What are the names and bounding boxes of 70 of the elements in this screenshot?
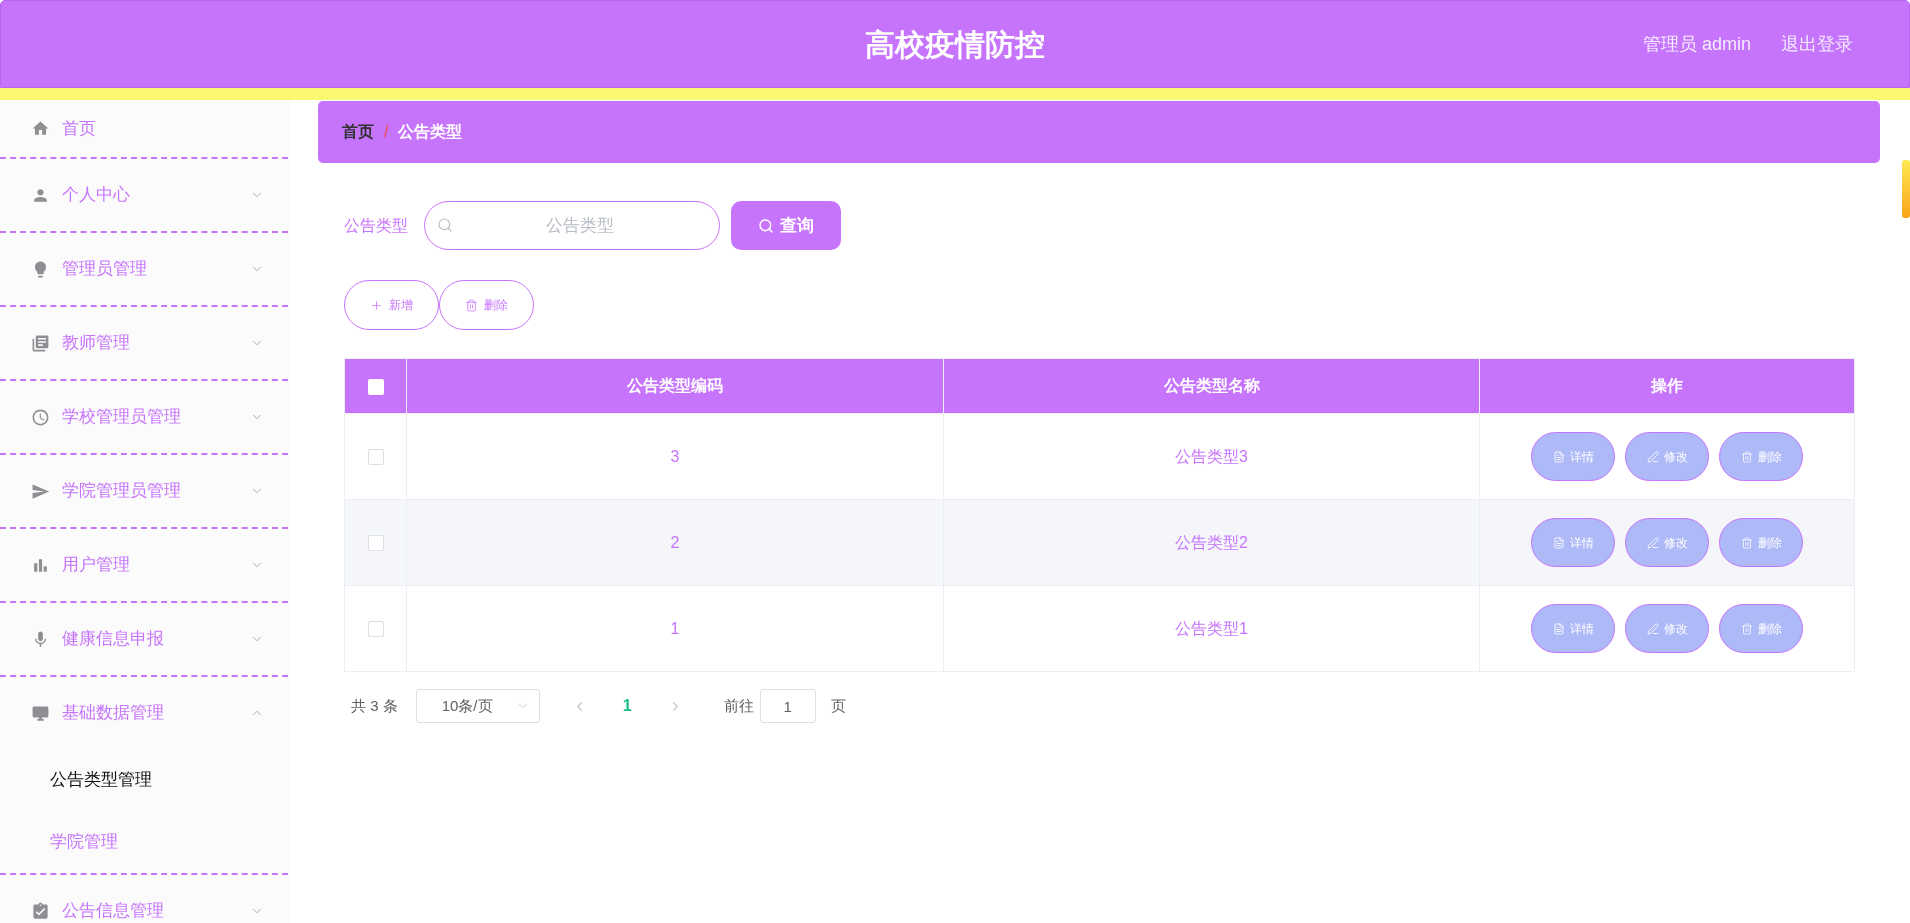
document-icon <box>1552 622 1565 635</box>
search-label: 公告类型 <box>344 215 408 236</box>
trash-icon <box>1740 622 1753 635</box>
sidebar-item[interactable]: 健康信息申报 <box>0 603 288 675</box>
sidebar-item[interactable]: 管理员管理 <box>0 233 288 305</box>
column-header: 公告类型名称 <box>943 358 1480 414</box>
page-size-select[interactable]: 10条/页 <box>415 689 540 723</box>
pencil-icon <box>1646 622 1659 635</box>
sidebar-item[interactable]: 首页 <box>0 100 288 157</box>
column-header: 公告类型编码 <box>406 358 944 414</box>
user-label: 管理员 admin <box>1642 32 1751 56</box>
add-button[interactable]: 新增 <box>344 280 439 330</box>
table-cell: 公告类型3 <box>943 413 1480 500</box>
pencil-icon <box>1646 536 1659 549</box>
logout-link[interactable]: 退出登录 <box>1781 30 1853 58</box>
edit-button[interactable]: 修改 <box>1625 604 1709 653</box>
goto-label: 前往 <box>723 695 754 716</box>
details-button[interactable]: 详情 <box>1531 518 1615 567</box>
breadcrumb-current: 公告类型 <box>398 122 463 142</box>
sidebar-item[interactable]: 基础数据管理 <box>0 677 288 749</box>
search-field[interactable]: 公告类型 <box>424 201 720 250</box>
submenu-item[interactable]: 公告类型管理 <box>0 749 288 811</box>
row-checkbox[interactable] <box>367 535 384 552</box>
delete-button[interactable]: 删除 <box>1719 604 1803 653</box>
search-button[interactable]: 查询 <box>731 201 841 250</box>
table-cell: 公告类型1 <box>943 585 1480 672</box>
monitor-icon <box>31 703 50 723</box>
sidebar-item[interactable]: 用户管理 <box>0 529 288 601</box>
sidebar-item[interactable]: 学校管理员管理 <box>0 381 288 453</box>
table-cell: 2 <box>406 499 944 586</box>
trash-icon <box>1740 536 1753 549</box>
breadcrumb-separator: / <box>384 122 389 142</box>
document-icon <box>1552 450 1565 463</box>
goto-page-input[interactable]: 1 <box>759 689 816 723</box>
trash-icon <box>465 298 478 312</box>
search-icon <box>437 217 453 233</box>
clock-icon <box>31 407 50 427</box>
search-icon <box>758 217 774 234</box>
row-checkbox[interactable] <box>367 621 384 638</box>
page-number[interactable]: 1 <box>609 691 645 721</box>
edit-button[interactable]: 修改 <box>1625 518 1709 567</box>
trash-icon <box>1740 450 1753 463</box>
page-unit-label: 页 <box>830 695 846 716</box>
table-cell: 公告类型2 <box>943 499 1480 586</box>
scrollbar-thumb[interactable] <box>1902 160 1910 218</box>
delete-button[interactable]: 删除 <box>1719 518 1803 567</box>
pencil-icon <box>1646 450 1659 463</box>
breadcrumb-link[interactable]: 首页 <box>342 120 374 144</box>
column-header: 操作 <box>1479 358 1855 414</box>
sidebar-item[interactable]: 公告信息管理 <box>0 875 288 923</box>
clipboard-check-icon <box>31 901 50 921</box>
row-checkbox[interactable] <box>367 449 384 466</box>
total-count: 共 3 条 <box>351 695 398 716</box>
delete-button[interactable]: 删除 <box>1719 432 1803 481</box>
plus-icon <box>370 298 383 312</box>
table-cell: 1 <box>406 585 944 672</box>
header-checkbox[interactable] <box>367 378 384 395</box>
document-icon <box>1552 536 1565 549</box>
sidebar-item[interactable]: 个人中心 <box>0 159 288 231</box>
edit-button[interactable]: 修改 <box>1625 432 1709 481</box>
submenu-item[interactable]: 学院管理 <box>0 811 288 873</box>
home-icon <box>31 119 50 138</box>
delete-button[interactable]: 删除 <box>439 280 534 330</box>
details-button[interactable]: 详情 <box>1531 604 1615 653</box>
books-icon <box>31 333 50 353</box>
details-button[interactable]: 详情 <box>1531 432 1615 481</box>
table-cell: 3 <box>406 413 944 500</box>
sidebar-item[interactable]: 教师管理 <box>0 307 288 379</box>
app-title: 高校疫情防控 <box>865 26 1045 63</box>
sidebar-item[interactable]: 学院管理员管理 <box>0 455 288 527</box>
